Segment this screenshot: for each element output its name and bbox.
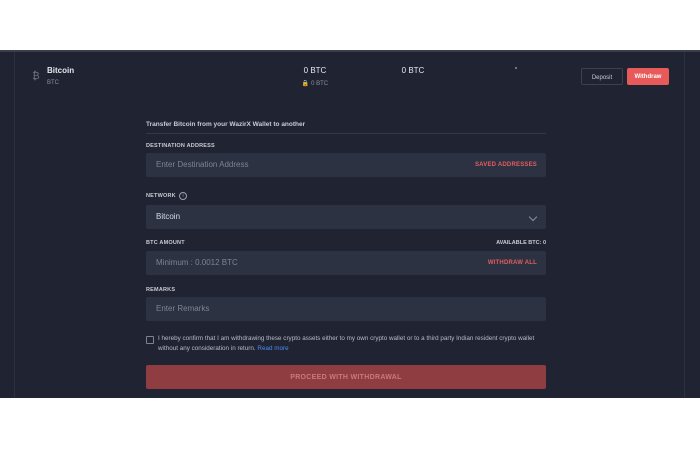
withdraw-all-link[interactable]: WITHDRAW ALL (488, 251, 537, 275)
destination-address-input[interactable]: Enter Destination Address SAVED ADDRESSE… (146, 153, 546, 177)
coin-locked-balance: 🔒 0 BTC (285, 80, 345, 87)
coin-row: ₿ Bitcoin BTC 0 BTC 🔒 0 BTC 0 BTC Deposi… (15, 57, 684, 97)
coin-balance: 0 BTC (303, 66, 327, 75)
form-title: Transfer Bitcoin from your WazirX Wallet… (146, 121, 306, 128)
destination-placeholder: Enter Destination Address (156, 160, 249, 169)
dot-marker (515, 67, 517, 69)
bitcoin-icon: ₿ (32, 71, 40, 82)
network-label-text: NETWORK (146, 193, 176, 199)
coin-secondary-balance: 0 BTC (401, 66, 425, 75)
deposit-button[interactable]: Deposit (581, 68, 623, 85)
network-selected-value: Bitcoin (156, 212, 181, 221)
withdraw-button[interactable]: Withdraw (627, 68, 669, 85)
confirm-text: I hereby confirm that I am withdrawing t… (158, 334, 548, 354)
network-select[interactable]: Bitcoin (146, 205, 546, 229)
form-divider (146, 133, 546, 134)
info-icon[interactable]: i (179, 192, 187, 200)
network-label: NETWORK (146, 193, 176, 199)
remarks-placeholder: Enter Remarks (156, 304, 210, 313)
remarks-input[interactable]: Enter Remarks (146, 297, 546, 321)
saved-addresses-link[interactable]: SAVED ADDRESSES (475, 153, 537, 177)
amount-input[interactable]: Minimum : 0.0012 BTC WITHDRAW ALL (146, 251, 546, 275)
locked-balance-value: 0 BTC (311, 81, 329, 87)
coin-symbol: BTC (47, 80, 59, 86)
read-more-link[interactable]: Read more (257, 345, 288, 352)
available-balance: AVAILABLE BTC: 0 (496, 240, 546, 246)
panel-right-edge (684, 52, 685, 398)
amount-placeholder: Minimum : 0.0012 BTC (156, 258, 238, 267)
coin-name: Bitcoin (47, 66, 75, 75)
chevron-down-icon (528, 212, 538, 222)
confirm-text-body: I hereby confirm that I am withdrawing t… (158, 335, 535, 352)
destination-label: DESTINATION ADDRESS (146, 143, 215, 149)
lock-icon: 🔒 (301, 81, 310, 87)
amount-label: BTC AMOUNT (146, 240, 185, 246)
confirm-checkbox[interactable] (146, 336, 154, 344)
proceed-withdrawal-button[interactable]: PROCEED WITH WITHDRAWAL (146, 365, 546, 389)
remarks-label: REMARKS (146, 287, 176, 293)
panel-left-edge (14, 52, 15, 398)
